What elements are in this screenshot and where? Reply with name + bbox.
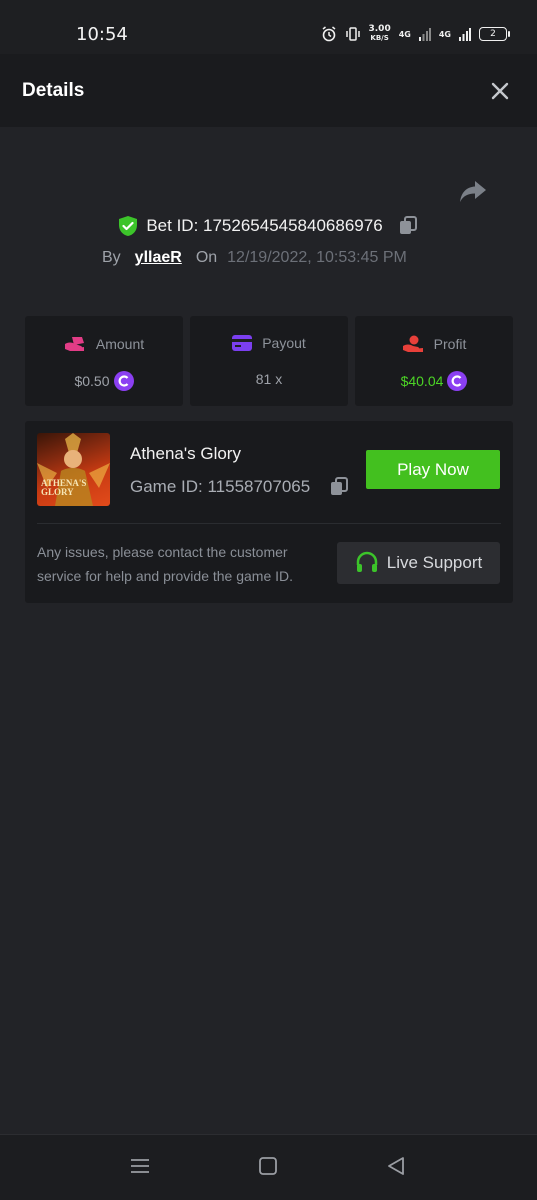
alarm-icon xyxy=(322,26,335,42)
stat-label: Amount xyxy=(95,336,145,352)
copy-icon[interactable] xyxy=(328,476,350,498)
network-type-1: 4G xyxy=(398,29,411,39)
stat-label: Payout xyxy=(262,335,306,351)
stat-value: $40.04 xyxy=(400,373,444,389)
game-id-row: Game ID: 11558707065 xyxy=(130,476,350,498)
signal-icon xyxy=(459,28,471,41)
vibrate-icon xyxy=(345,27,360,41)
thumbnail-logo-text: ATHENA'S GLORY xyxy=(41,478,87,497)
home-icon[interactable] xyxy=(258,1156,278,1176)
bet-date: 12/19/2022, 10:53:45 PM xyxy=(227,249,407,266)
share-icon[interactable] xyxy=(458,176,488,206)
support-notice: Any issues, please contact the customer … xyxy=(37,544,294,584)
game-card: ATHENA'S GLORY Athena's Glory Game ID: 1… xyxy=(25,421,513,603)
copy-icon[interactable] xyxy=(397,215,419,237)
page-title: Details xyxy=(22,80,85,101)
network-speed: 3.00 KB/S xyxy=(369,25,391,43)
bet-id-row: Bet ID: 1752654545840686976 xyxy=(0,215,537,237)
live-support-label: Live Support xyxy=(386,553,483,572)
by-label: By xyxy=(102,249,121,266)
on-label: On xyxy=(195,249,218,266)
headset-icon xyxy=(356,551,378,572)
play-now-button[interactable]: Play Now xyxy=(366,450,500,489)
speed-unit: KB/S xyxy=(370,34,389,42)
divider xyxy=(37,523,501,524)
hand-money-icon xyxy=(64,337,84,351)
close-icon[interactable] xyxy=(489,80,511,102)
profit-icon xyxy=(402,335,423,352)
stat-value: 81 x xyxy=(255,371,283,387)
bet-stats: Amount $0.50 Payout 81 x Profit $40.04 xyxy=(25,316,513,406)
card-icon xyxy=(232,335,253,351)
stat-value: $0.50 xyxy=(74,373,110,389)
back-icon[interactable] xyxy=(386,1156,406,1176)
username-link[interactable]: yllaeR xyxy=(135,249,182,267)
stat-label: Profit xyxy=(433,336,467,352)
game-thumbnail[interactable]: ATHENA'S GLORY xyxy=(37,433,110,506)
shield-check-icon xyxy=(119,216,138,236)
bet-id: Bet ID: 1752654545840686976 xyxy=(146,216,383,235)
bet-owner-row: By yllaeR On 12/19/2022, 10:53:45 PM xyxy=(102,249,407,267)
game-name: Athena's Glory xyxy=(130,444,241,463)
coin-icon xyxy=(447,371,468,391)
game-id: Game ID: 11558707065 xyxy=(130,477,311,496)
battery-icon: 2 xyxy=(479,27,510,41)
network-type-2: 4G xyxy=(438,29,451,39)
menu-icon[interactable] xyxy=(130,1156,150,1176)
coin-icon xyxy=(113,371,134,391)
status-icons: 3.00 KB/S 4G 4G 2 xyxy=(321,22,510,46)
stat-profit: Profit $40.04 xyxy=(355,316,513,406)
speed-value: 3.00 xyxy=(368,24,391,34)
status-time: 10:54 xyxy=(76,24,128,45)
details-header: Details xyxy=(0,54,537,127)
live-support-button[interactable]: Live Support xyxy=(337,542,500,584)
system-navigation-bar xyxy=(0,1134,537,1200)
stat-payout: Payout 81 x xyxy=(190,316,348,406)
status-bar: 10:54 3.00 KB/S 4G 4G 2 xyxy=(0,0,537,54)
stat-amount: Amount $0.50 xyxy=(25,316,183,406)
signal-icon xyxy=(418,28,431,41)
